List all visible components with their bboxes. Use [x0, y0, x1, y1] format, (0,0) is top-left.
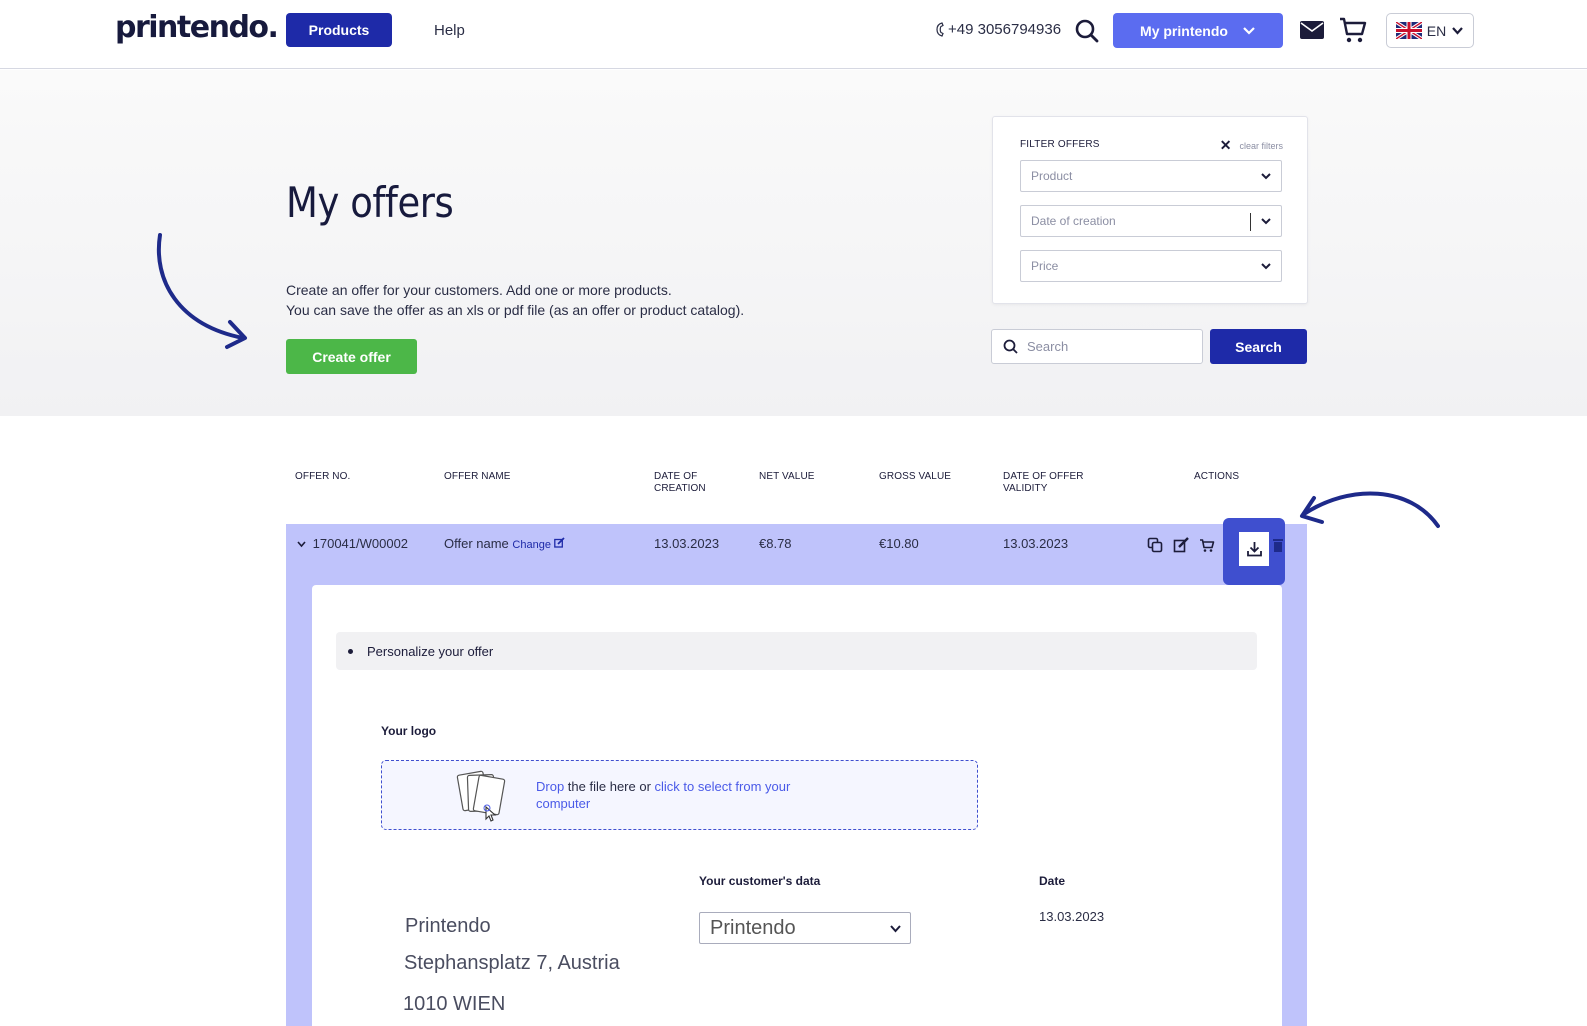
price-filter-placeholder: Price	[1031, 259, 1059, 273]
divider	[1250, 213, 1251, 231]
page-title: My offers	[286, 178, 454, 227]
date-creation-cell: 13.03.2023	[654, 536, 720, 551]
curved-arrow-annotation	[156, 233, 247, 349]
phone-text: +49 3056794936	[948, 21, 1062, 38]
search-placeholder: Search	[1027, 339, 1069, 354]
header-line: VALIDITY	[1003, 483, 1048, 494]
cart-icon[interactable]	[1338, 15, 1368, 45]
top-navigation: printendo. Products Help +49 3056794936 …	[0, 0, 1587, 69]
trash-icon[interactable]	[1272, 537, 1284, 553]
description-line: You can save the offer as an xls or pdf …	[286, 302, 745, 318]
language-selector[interactable]: EN	[1386, 13, 1474, 48]
column-header-date-creation: DATE OF CREATION	[654, 471, 706, 495]
product-filter-select[interactable]: Product	[1020, 160, 1282, 192]
uk-flag-icon	[1395, 22, 1422, 39]
logo-dropzone[interactable]: Drop the file here or click to select fr…	[381, 760, 978, 830]
clear-filters-label: clear filters	[1239, 140, 1283, 151]
search-button[interactable]: Search	[1210, 329, 1307, 364]
dropzone-text: Drop the file here or click to select fr…	[536, 778, 836, 812]
column-header-offer-no: OFFER NO.	[295, 471, 351, 482]
chevron-down-icon	[1261, 218, 1271, 225]
create-offer-button[interactable]: Create offer	[286, 339, 417, 374]
gross-value-cell: €10.80	[879, 536, 919, 551]
net-value-cell: €8.78	[759, 536, 792, 551]
offer-name: Offer name	[444, 536, 509, 551]
address-street: Stephansplatz 7, Austria	[404, 952, 620, 974]
download-button[interactable]	[1239, 532, 1269, 566]
offer-name-cell: Offer name Change	[444, 536, 565, 551]
curved-arrow-annotation	[1300, 491, 1440, 528]
header-line: DATE OF	[654, 471, 698, 482]
help-link[interactable]: Help	[434, 22, 465, 39]
my-printendo-button[interactable]: My printendo	[1113, 13, 1283, 48]
customer-selected-value: Printendo	[710, 916, 796, 939]
mail-icon[interactable]	[1299, 19, 1325, 41]
my-printendo-label: My printendo	[1140, 22, 1228, 39]
search-icon	[1003, 339, 1018, 354]
column-header-validity: DATE OF OFFER VALIDITY	[1003, 471, 1084, 495]
close-icon: ✕	[1219, 137, 1232, 153]
personalize-section-header[interactable]: Personalize your offer	[336, 632, 1257, 670]
files-upload-icon	[456, 770, 506, 822]
filter-offers-panel: FILTER OFFERS ✕ clear filters Product Da…	[992, 116, 1308, 304]
header-line: DATE OF OFFER	[1003, 471, 1084, 482]
phone-icon	[936, 22, 944, 37]
column-header-gross-value: GROSS VALUE	[879, 471, 952, 482]
address-name: Printendo	[405, 915, 491, 937]
validity-cell: 13.03.2023	[1003, 536, 1069, 551]
edit-icon	[554, 537, 565, 548]
personalize-label: Personalize your offer	[367, 643, 494, 659]
header-line: CREATION	[654, 483, 706, 494]
chevron-down-icon	[890, 925, 901, 933]
date-filter-select[interactable]: Date of creation	[1020, 205, 1282, 237]
filter-title: FILTER OFFERS	[1020, 139, 1100, 150]
customer-data-label: Your customer's data	[699, 874, 821, 888]
page-description: Create an offer for your customers. Add …	[286, 280, 744, 320]
drop-text-middle: the file here or	[564, 779, 655, 794]
chevron-down-icon	[1243, 26, 1255, 35]
product-filter-placeholder: Product	[1031, 169, 1073, 183]
date-label: Date	[1039, 874, 1066, 888]
price-filter-select[interactable]: Price	[1020, 250, 1282, 282]
customer-select[interactable]: Printendo	[699, 912, 911, 944]
chevron-down-icon	[1261, 263, 1271, 270]
date-value: 13.03.2023	[1039, 909, 1105, 924]
address-city: 1010 WIEN	[403, 993, 506, 1015]
download-icon	[1246, 542, 1262, 557]
column-header-offer-name: OFFER NAME	[444, 471, 511, 482]
cart-icon[interactable]	[1199, 537, 1215, 553]
offer-number-cell[interactable]: 170041/W00002	[297, 536, 408, 551]
change-name-link[interactable]: Change	[512, 537, 565, 551]
bullet	[348, 648, 353, 654]
column-header-net-value: NET VALUE	[759, 471, 815, 482]
change-label: Change	[512, 539, 551, 551]
copy-icon[interactable]	[1147, 537, 1163, 553]
phone-number[interactable]: +49 3056794936	[936, 21, 1061, 38]
offer-number: 170041/W00002	[312, 536, 409, 551]
your-logo-label: Your logo	[381, 724, 437, 738]
column-header-actions: ACTIONS	[1194, 471, 1240, 482]
printendo-logo[interactable]: printendo.	[115, 10, 279, 45]
chevron-down-icon	[1261, 173, 1271, 180]
offer-search-input[interactable]: Search	[991, 329, 1203, 364]
language-code: EN	[1426, 22, 1447, 39]
date-filter-placeholder: Date of creation	[1031, 214, 1116, 228]
search-icon[interactable]	[1074, 18, 1100, 44]
row-actions	[1147, 537, 1215, 553]
clear-filters-button[interactable]: ✕ clear filters	[1220, 137, 1283, 154]
description-line: Create an offer for your customers. Add …	[286, 282, 672, 298]
chevron-down-icon	[1452, 26, 1464, 35]
chevron-down-icon	[297, 541, 306, 548]
products-button[interactable]: Products	[286, 13, 392, 47]
edit-icon[interactable]	[1173, 537, 1189, 553]
drop-link[interactable]: Drop	[536, 779, 564, 794]
